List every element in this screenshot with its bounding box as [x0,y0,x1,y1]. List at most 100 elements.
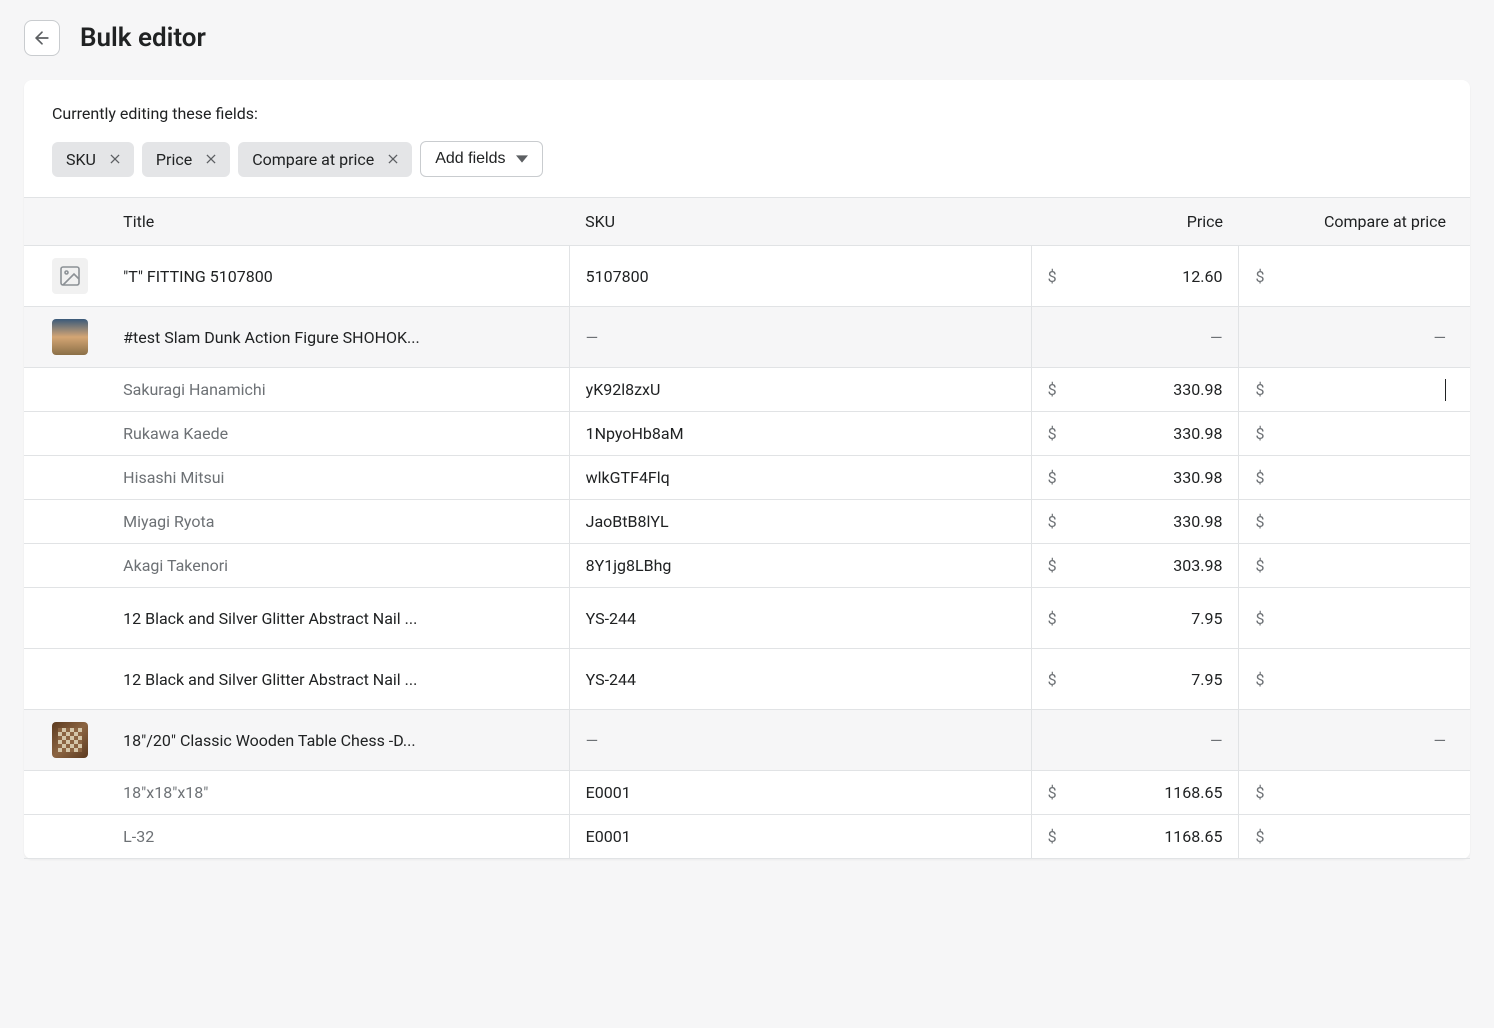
caret-down-icon [516,153,528,165]
variant-title[interactable]: L-32 [107,815,569,859]
compare-price-cell[interactable]: $ [1239,246,1470,307]
sku-cell[interactable]: YS-244 [569,588,1031,649]
bulk-editor-table: Title SKU Price Compare at price "T" FIT… [24,197,1470,859]
price-cell[interactable]: $330.98 [1031,412,1239,456]
variant-title[interactable]: 18"x18"x18" [107,771,569,815]
currency-symbol: $ [1048,556,1057,575]
price-cell[interactable]: $330.98 [1031,368,1239,412]
compare-price-cell[interactable]: $ [1239,544,1470,588]
sku-cell[interactable]: 1NpyoHb8aM [569,412,1031,456]
product-title[interactable]: #test Slam Dunk Action Figure SHOHOK... [107,307,569,368]
close-icon [108,152,122,166]
sku-cell[interactable]: E0001 [569,771,1031,815]
price-cell[interactable]: $1168.65 [1031,771,1239,815]
product-title[interactable]: 18"/20" Classic Wooden Table Chess -D... [107,710,569,771]
price-cell[interactable]: $7.95 [1031,649,1239,710]
compare-price-cell[interactable]: $ [1239,771,1470,815]
price-cell[interactable]: $330.98 [1031,456,1239,500]
currency-symbol: $ [1255,267,1264,286]
chip-compare-at-price: Compare at price [238,142,412,177]
currency-symbol: $ [1255,556,1264,575]
arrow-left-icon [32,28,52,48]
col-header-compare: Compare at price [1239,198,1470,246]
table-row: 18"x18"x18"E0001$1168.65 $ [24,771,1470,815]
compare-price-cell[interactable]: $ [1239,368,1470,412]
price-cell[interactable]: $303.98 [1031,544,1239,588]
sku-cell[interactable]: yK92l8zxU [569,368,1031,412]
price-value: 1168.65 [1164,827,1222,846]
currency-symbol: $ [1255,468,1264,487]
sku-cell[interactable]: 8Y1jg8LBhg [569,544,1031,588]
add-fields-label: Add fields [435,150,505,168]
product-title[interactable]: 12 Black and Silver Glitter Abstract Nai… [107,588,569,649]
sku-cell[interactable]: E0001 [569,815,1031,859]
compare-price-cell[interactable]: $ [1239,649,1470,710]
sku-cell[interactable]: 5107800 [569,246,1031,307]
price-cell[interactable]: $12.60 [1031,246,1239,307]
thumbnail-cell [24,500,107,544]
thumbnail-cell [24,771,107,815]
product-thumbnail [52,722,88,758]
price-cell[interactable]: $330.98 [1031,500,1239,544]
currency-symbol: $ [1048,512,1057,531]
price-value: 330.98 [1173,512,1222,531]
product-title[interactable]: "T" FITTING 5107800 [107,246,569,307]
variant-title[interactable]: Miyagi Ryota [107,500,569,544]
thumbnail-cell [24,815,107,859]
sku-cell[interactable]: YS-244 [569,649,1031,710]
variant-title[interactable]: Rukawa Kaede [107,412,569,456]
compare-price-cell[interactable]: $ [1239,412,1470,456]
currency-symbol: $ [1048,609,1057,628]
product-thumbnail [52,258,88,294]
table-row: Akagi Takenori8Y1jg8LBhg$303.98$ [24,544,1470,588]
sku-cell[interactable]: JaoBtB8lYL [569,500,1031,544]
compare-price-cell[interactable]: $ [1239,588,1470,649]
chip-remove-price[interactable] [202,150,220,168]
price-cell: — [1031,710,1239,771]
currency-symbol: $ [1255,670,1264,689]
thumbnail-cell [24,649,107,710]
product-title[interactable]: 12 Black and Silver Glitter Abstract Nai… [107,649,569,710]
thumbnail-cell [24,456,107,500]
compare-price-cell[interactable]: $ [1239,815,1470,859]
table-row: Hisashi MitsuiwlkGTF4Flq$330.98$ [24,456,1470,500]
price-value: 330.98 [1173,468,1222,487]
back-button[interactable] [24,20,60,56]
table-row: 18"/20" Classic Wooden Table Chess -D...… [24,710,1470,771]
sku-cell[interactable]: wlkGTF4Flq [569,456,1031,500]
currency-symbol: $ [1255,783,1264,802]
chip-label: Price [156,150,192,169]
text-cursor [1445,379,1446,401]
page-title: Bulk editor [80,23,206,53]
currency-symbol: $ [1048,267,1057,286]
currency-symbol: $ [1255,380,1264,399]
variant-title[interactable]: Sakuragi Hanamichi [107,368,569,412]
close-icon [204,152,218,166]
price-cell[interactable]: $7.95 [1031,588,1239,649]
price-cell: — [1031,307,1239,368]
chip-price: Price [142,142,230,177]
chip-remove-sku[interactable] [106,150,124,168]
price-cell[interactable]: $1168.65 [1031,815,1239,859]
currency-symbol: $ [1255,512,1264,531]
editing-fields-label: Currently editing these fields: [52,104,1442,123]
variant-title[interactable]: Akagi Takenori [107,544,569,588]
col-header-price: Price [1031,198,1239,246]
add-fields-button[interactable]: Add fields [420,141,542,177]
price-value: 303.98 [1173,556,1222,575]
chip-remove-compare[interactable] [384,150,402,168]
currency-symbol: $ [1048,670,1057,689]
col-header-title: Title [107,198,569,246]
chip-label: Compare at price [252,150,374,169]
price-value: 12.60 [1182,267,1222,286]
variant-title[interactable]: Hisashi Mitsui [107,456,569,500]
thumbnail-cell [24,368,107,412]
currency-symbol: $ [1048,468,1057,487]
price-value: 7.95 [1191,609,1222,628]
bulk-editor-card: Currently editing these fields: SKU Pric… [24,80,1470,859]
compare-price-cell[interactable]: $ [1239,500,1470,544]
table-row: L-32E0001$1168.65$ [24,815,1470,859]
currency-symbol: $ [1255,424,1264,443]
compare-price-cell[interactable]: $ [1239,456,1470,500]
price-value: 330.98 [1173,380,1222,399]
